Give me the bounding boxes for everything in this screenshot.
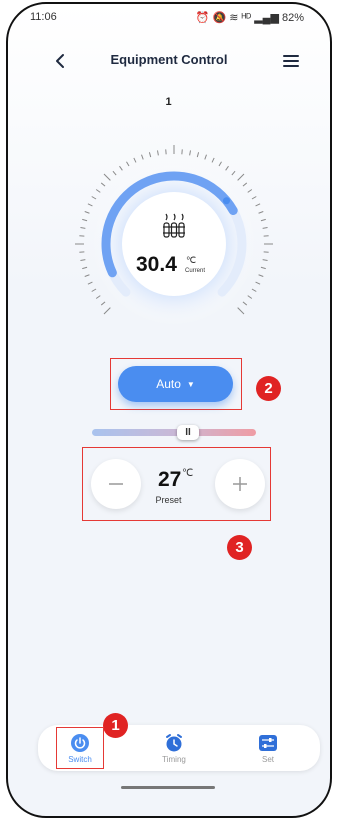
dial-tick — [148, 152, 152, 158]
dial-tick — [133, 157, 137, 163]
tab-set-label: Set — [261, 755, 274, 764]
dial-tick — [87, 203, 93, 207]
dial-tick — [80, 259, 86, 261]
dial-tick — [100, 182, 106, 187]
dial-tick — [204, 154, 207, 160]
preset-label: Preset — [155, 495, 182, 505]
dial-tick — [84, 211, 90, 214]
tab-timing[interactable]: Timing — [144, 733, 204, 764]
dial-tick — [260, 266, 266, 270]
dial-tick — [255, 281, 261, 285]
dial-tick — [262, 259, 268, 261]
dial-tick — [251, 288, 257, 292]
dial-tick — [95, 295, 101, 299]
dial-tick — [247, 295, 253, 299]
dial-tick — [231, 170, 236, 176]
dial-tick — [255, 203, 261, 207]
dial-tick — [91, 196, 97, 200]
dial-tick — [91, 288, 97, 292]
mode-dropdown-button[interactable]: Auto ▼ — [118, 366, 233, 402]
annotation-badge-3: 3 — [227, 535, 252, 560]
dial-tick — [242, 301, 248, 306]
dial-tick — [189, 150, 191, 156]
sliders-icon — [259, 735, 277, 751]
temperature-slider-track[interactable] — [92, 429, 256, 436]
tab-set[interactable]: Set — [238, 733, 298, 764]
status-time: 11:06 — [30, 11, 57, 23]
dial-tick — [95, 189, 101, 193]
dial-tick — [126, 161, 130, 167]
dial-tick — [196, 152, 200, 158]
current-temperature-unit: ℃ — [186, 255, 197, 265]
dial-tick — [258, 274, 264, 277]
dial-tick — [103, 173, 111, 181]
dial-tick — [82, 266, 88, 270]
dial-knob[interactable] — [222, 197, 230, 205]
dial-tick — [251, 196, 257, 200]
temperature-slider-handle[interactable]: II — [177, 425, 199, 440]
dial-tick — [247, 189, 253, 193]
dial-tick — [225, 165, 229, 171]
dial-tick — [82, 218, 88, 222]
current-temperature: 30.4 — [136, 253, 177, 276]
preset-temperature-unit: ℃ — [182, 468, 194, 479]
status-bar: 11:06 ⏰ 🔕 ≋ ᴴᴰ ▂▄▆ 82% — [8, 4, 330, 32]
tab-timing-label: Timing — [162, 755, 186, 764]
device-name: 1 — [165, 96, 172, 108]
temperature-dial[interactable] — [68, 142, 278, 332]
dial-tick — [258, 211, 264, 214]
annotation-badge-2: 2 — [256, 376, 281, 401]
dial-tick — [112, 170, 117, 176]
dial-tick — [141, 154, 144, 160]
tab-switch-label: Switch — [68, 755, 92, 764]
dial-tick — [87, 281, 93, 285]
dial-tick — [103, 307, 111, 315]
current-temperature-label: Current — [185, 268, 206, 274]
preset-temperature: 27 — [158, 468, 182, 491]
dial-tick — [237, 173, 245, 181]
alarm-clock-icon — [166, 734, 182, 752]
dial-tick — [218, 161, 222, 167]
dial-tick — [211, 157, 215, 163]
nav-bar: Equipment Control — [8, 46, 330, 76]
phone-frame: 11:06 ⏰ 🔕 ≋ ᴴᴰ ▂▄▆ 82% Equipment Control — [6, 2, 332, 818]
dial-tick — [100, 301, 106, 306]
dial-tick — [242, 182, 248, 187]
status-icons: ⏰ 🔕 ≋ ᴴᴰ ▂▄▆ 82% — [195, 12, 304, 24]
dial-tick — [157, 150, 159, 156]
power-icon — [71, 734, 89, 752]
dial-center — [122, 192, 226, 296]
hamburger-menu-icon[interactable] — [280, 50, 302, 72]
dial-tick — [262, 227, 268, 229]
dial-tick — [237, 307, 245, 315]
home-indicator — [121, 786, 215, 789]
dial-tick — [119, 165, 123, 171]
tab-switch[interactable]: Switch — [50, 733, 110, 764]
dial-tick — [84, 274, 90, 277]
caret-down-icon: ▼ — [186, 380, 195, 389]
dial-tick — [80, 227, 86, 229]
dial-tick — [260, 218, 266, 222]
mode-label: Auto — [156, 377, 181, 391]
